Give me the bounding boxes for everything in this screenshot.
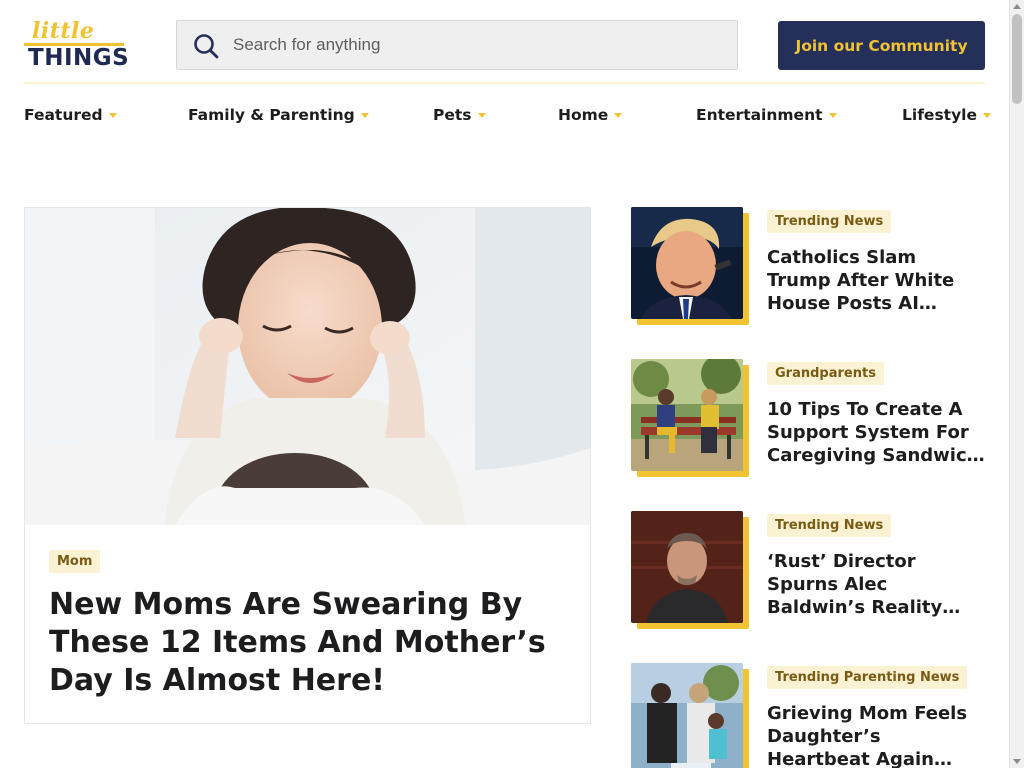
featured-article-image[interactable]	[25, 208, 590, 525]
scroll-up-arrow-icon[interactable]	[1013, 4, 1021, 9]
chevron-down-icon	[477, 112, 486, 118]
nav-item-entertainment[interactable]: Entertainment	[696, 106, 837, 124]
category-tag[interactable]: Grandparents	[767, 362, 884, 385]
nav-label: Featured	[24, 106, 103, 124]
nav-label: Lifestyle	[902, 106, 978, 124]
family-photo-icon	[631, 663, 743, 768]
mother-baby-photo-icon	[25, 208, 590, 525]
page-scrollbar[interactable]	[1009, 0, 1024, 768]
sidebar-article[interactable]: Trending News ‘Rust’ Director Spurns Ale…	[631, 511, 985, 641]
site-header: little THINGS Join our Community	[24, 0, 985, 84]
scrollbar-thumb[interactable]	[1012, 14, 1022, 104]
featured-category-tag[interactable]: Mom	[49, 550, 101, 573]
logo-things-text: THINGS	[28, 45, 130, 71]
article-title[interactable]: 10 Tips To Create A Support System For C…	[767, 398, 985, 468]
nav-item-lifestyle[interactable]: Lifestyle	[902, 106, 992, 124]
category-tag[interactable]: Trending News	[767, 210, 892, 233]
article-thumbnail[interactable]	[631, 663, 749, 768]
chevron-down-icon	[108, 112, 117, 118]
director-photo-icon	[631, 511, 743, 623]
article-thumbnail[interactable]	[631, 511, 749, 629]
nav-item-featured[interactable]: Featured	[24, 106, 117, 124]
search-bar[interactable]	[176, 20, 738, 70]
article-thumbnail[interactable]	[631, 359, 749, 477]
article-title[interactable]: Grieving Mom Feels Daughter’s Heartbeat …	[767, 702, 985, 768]
scroll-down-arrow-icon[interactable]	[1013, 759, 1021, 764]
category-tag[interactable]: Trending Parenting News	[767, 666, 968, 689]
chevron-down-icon	[983, 112, 992, 118]
sidebar-article[interactable]: Grandparents 10 Tips To Create A Support…	[631, 359, 985, 489]
nav-label: Family & Parenting	[188, 106, 355, 124]
featured-article-card[interactable]: Mom New Moms Are Swearing By These 12 It…	[24, 207, 591, 724]
search-input[interactable]	[233, 21, 723, 69]
logo-little-text: little	[32, 18, 95, 44]
bench-photo-icon	[631, 359, 743, 471]
chevron-down-icon	[828, 112, 837, 118]
trump-photo-icon	[631, 207, 743, 319]
article-title[interactable]: Catholics Slam Trump After White House P…	[767, 246, 985, 316]
nav-label: Pets	[433, 106, 472, 124]
article-title[interactable]: ‘Rust’ Director Spurns Alec Baldwin’s Re…	[767, 550, 985, 620]
category-tag[interactable]: Trending News	[767, 514, 892, 537]
nav-item-home[interactable]: Home	[558, 106, 623, 124]
page: little THINGS Join our Community Feature…	[0, 0, 1009, 768]
featured-article-title[interactable]: New Moms Are Swearing By These 12 Items …	[49, 586, 569, 700]
article-thumbnail[interactable]	[631, 207, 749, 325]
nav-item-pets[interactable]: Pets	[433, 106, 486, 124]
search-icon[interactable]	[193, 33, 219, 59]
sidebar-article[interactable]: Trending News Catholics Slam Trump After…	[631, 207, 985, 337]
nav-label: Entertainment	[696, 106, 823, 124]
chevron-down-icon	[360, 112, 369, 118]
join-community-button[interactable]: Join our Community	[778, 21, 985, 70]
chevron-down-icon	[614, 112, 623, 118]
main-nav: Featured Family & Parenting Pets Home En…	[24, 100, 992, 132]
littlethings-logo[interactable]: little THINGS	[24, 18, 129, 72]
nav-item-family-parenting[interactable]: Family & Parenting	[188, 106, 369, 124]
sidebar-article[interactable]: Trending Parenting News Grieving Mom Fee…	[631, 663, 985, 768]
nav-label: Home	[558, 106, 609, 124]
